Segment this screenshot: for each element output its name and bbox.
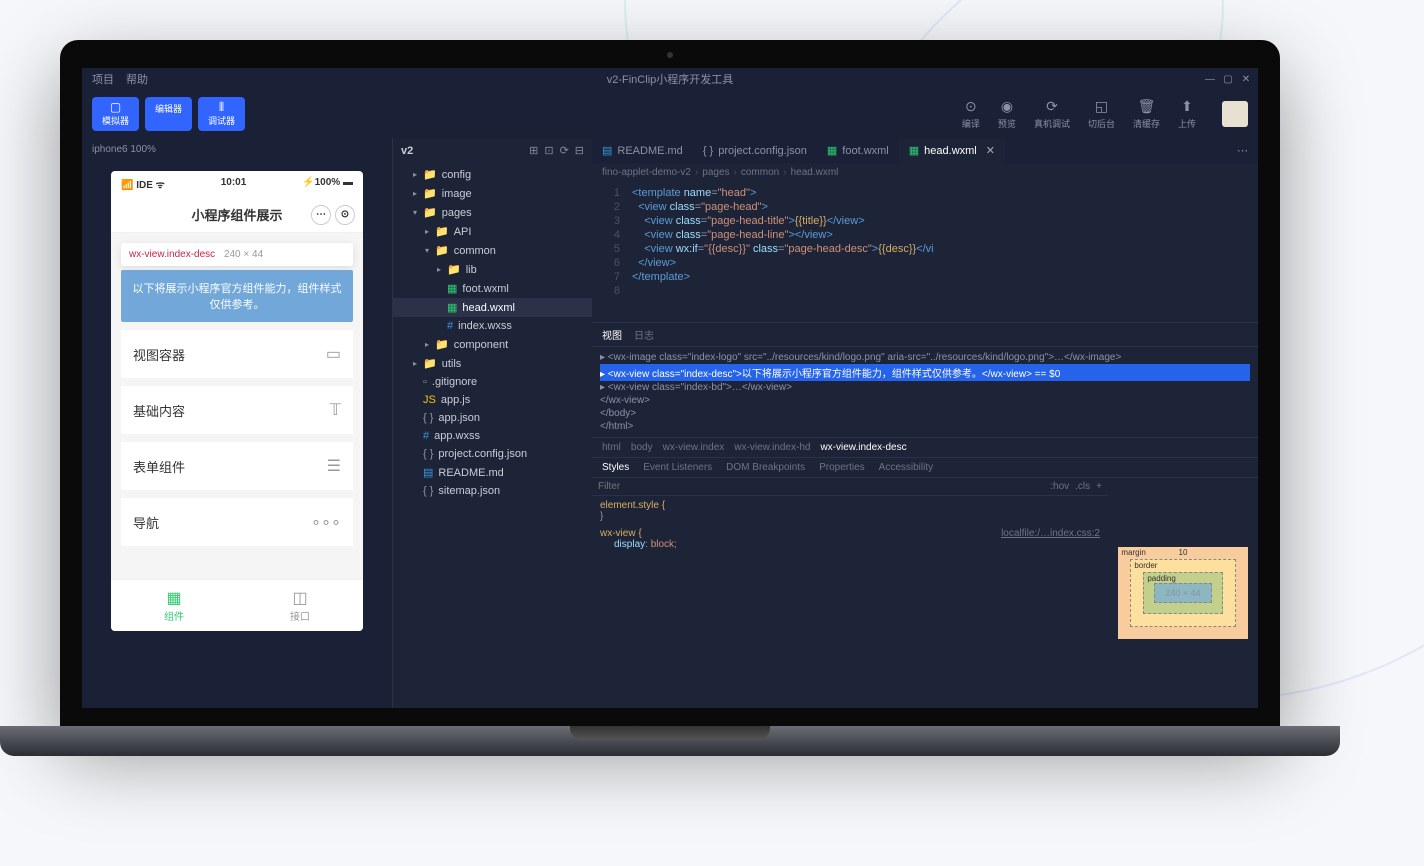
tree-item[interactable]: ▸📁component (393, 335, 592, 354)
menu-item[interactable]: 视图容器▭ (121, 330, 353, 378)
tree-item[interactable]: ▦head.wxml (393, 298, 592, 317)
device-label: iphone6 100% (82, 138, 392, 161)
window-title: v2-FinClip小程序开发工具 (607, 71, 734, 87)
tabbar-item[interactable]: ▦组件 (111, 580, 237, 631)
laptop-frame: 项目 帮助 v2-FinClip小程序开发工具 — ▢ ✕ ▢模拟器编辑器⫴调试… (60, 40, 1280, 756)
filter-opt[interactable]: + (1096, 481, 1102, 492)
tool-上传[interactable]: ⬆上传 (1178, 98, 1196, 130)
new-file-icon[interactable]: ⊞ (529, 144, 538, 157)
menubar: 项目 帮助 v2-FinClip小程序开发工具 — ▢ ✕ (82, 68, 1258, 90)
dom-breadcrumb[interactable]: htmlbodywx-view.indexwx-view.index-hdwx-… (592, 437, 1258, 458)
tree-item[interactable]: ▸📁image (393, 184, 592, 203)
tool-切后台[interactable]: ◱切后台 (1088, 98, 1115, 130)
devtools-subtab[interactable]: Event Listeners (643, 462, 712, 473)
ide-window: 项目 帮助 v2-FinClip小程序开发工具 — ▢ ✕ ▢模拟器编辑器⫴调试… (82, 68, 1258, 708)
tool-预览[interactable]: ◉预览 (998, 98, 1016, 130)
css-rules[interactable]: element.style {}</span><div class="rule-… (592, 496, 1108, 708)
tree-item[interactable]: ▸📁utils (393, 354, 592, 373)
collapse-icon[interactable]: ⊟ (575, 144, 584, 157)
box-model: margin 10 border padding 240 × 44 (1108, 478, 1258, 708)
devtools-subtab[interactable]: Styles (602, 462, 629, 473)
phone-nav: 小程序组件展示 ⋯ ⊙ (111, 197, 363, 233)
mode-btn-1[interactable]: 编辑器 (145, 97, 192, 131)
editor-tab[interactable]: ▦foot.wxml (817, 138, 899, 163)
tool-真机调试[interactable]: ⟳真机调试 (1034, 98, 1070, 130)
tree-item[interactable]: ▾📁common (393, 241, 592, 260)
editor-tab[interactable]: { }project.config.json (693, 139, 817, 163)
tree-item[interactable]: ▾📁pages (393, 203, 592, 222)
mode-btn-2[interactable]: ⫴调试器 (198, 97, 245, 131)
tabbar-item[interactable]: ◫接口 (237, 580, 363, 631)
simulator-panel: iphone6 100% 📶 IDE ᯤ 10:01 ⚡100% ▬ 小程序组件… (82, 138, 392, 708)
styles-filter-input[interactable] (598, 481, 1050, 492)
file-explorer: v2 ⊞ ⊡ ⟳ ⊟ ▸📁config▸📁image▾📁pages▸📁API▾📁… (392, 138, 592, 708)
tree-item[interactable]: ▫.gitignore (393, 373, 592, 391)
editor-tab[interactable]: ▤README.md (592, 138, 693, 163)
tree-item[interactable]: JSapp.js (393, 391, 592, 409)
menu-help[interactable]: 帮助 (126, 71, 148, 87)
page-title: 小程序组件展示 (191, 205, 282, 224)
phone-frame: 📶 IDE ᯤ 10:01 ⚡100% ▬ 小程序组件展示 ⋯ ⊙ (111, 171, 363, 631)
tree-item[interactable]: { }project.config.json (393, 445, 592, 463)
filter-opt[interactable]: :hov (1050, 481, 1069, 492)
tree-item[interactable]: ▸📁config (393, 165, 592, 184)
devtools-subtab[interactable]: Accessibility (879, 462, 933, 473)
devtools-subtab[interactable]: Properties (819, 462, 865, 473)
camera-dot (667, 52, 673, 58)
tabs-more-icon[interactable]: ⋯ (1227, 138, 1258, 163)
code-editor[interactable]: 1<template name="head">2 <view class="pa… (592, 182, 1258, 322)
minimize-icon[interactable]: — (1204, 73, 1216, 85)
devtools: 视图 日志 ▸ <wx-image class="index-logo" src… (592, 322, 1258, 708)
devtools-tab-view[interactable]: 视图 (602, 327, 622, 342)
tool-编译[interactable]: ⊙编译 (962, 98, 980, 130)
new-folder-icon[interactable]: ⊡ (544, 144, 553, 157)
explorer-title: v2 (401, 145, 523, 157)
menu-item[interactable]: 表单组件☰ (121, 442, 353, 490)
menu-item[interactable]: 导航∘∘∘ (121, 498, 353, 546)
phone-status-bar: 📶 IDE ᯤ 10:01 ⚡100% ▬ (111, 171, 363, 197)
tree-item[interactable]: #app.wxss (393, 427, 592, 445)
more-icon[interactable]: ⋯ (311, 205, 331, 225)
breadcrumb: fino-applet-demo-v2›pages›common›head.wx… (592, 163, 1258, 182)
menu-item[interactable]: 基础内容𝕋 (121, 386, 353, 434)
tree-item[interactable]: ▦foot.wxml (393, 279, 592, 298)
menu-project[interactable]: 项目 (92, 71, 114, 87)
tree-item[interactable]: { }app.json (393, 409, 592, 427)
editor-panel: ▤README.md{ }project.config.json▦foot.wx… (592, 138, 1258, 708)
refresh-icon[interactable]: ⟳ (560, 144, 569, 157)
dom-tree[interactable]: ▸ <wx-image class="index-logo" src="../r… (592, 347, 1258, 437)
tree-item[interactable]: ▤README.md (393, 463, 592, 482)
close-circle-icon[interactable]: ⊙ (335, 205, 355, 225)
highlighted-element[interactable]: 以下将展示小程序官方组件能力，组件样式仅供参考。 (121, 270, 353, 322)
toolbar: ▢模拟器编辑器⫴调试器 ⊙编译 ◉预览 ⟳真机调试 ◱切后台 🗑清缓存 ⬆上传 (82, 90, 1258, 138)
filter-opt[interactable]: .cls (1075, 481, 1090, 492)
inspect-tooltip: wx-view.index-desc 240 × 44 (121, 243, 353, 266)
devtools-subtab[interactable]: DOM Breakpoints (726, 462, 805, 473)
close-icon[interactable]: ✕ (1240, 73, 1252, 85)
tool-清缓存[interactable]: 🗑清缓存 (1133, 98, 1160, 130)
avatar[interactable] (1222, 101, 1248, 127)
mode-btn-0[interactable]: ▢模拟器 (92, 97, 139, 131)
devtools-tab-log[interactable]: 日志 (634, 327, 654, 342)
tree-item[interactable]: { }sitemap.json (393, 482, 592, 500)
maximize-icon[interactable]: ▢ (1222, 73, 1234, 85)
tree-item[interactable]: #index.wxss (393, 317, 592, 335)
editor-tab[interactable]: ▦head.wxml✕ (899, 138, 1005, 163)
tree-item[interactable]: ▸📁lib (393, 260, 592, 279)
tree-item[interactable]: ▸📁API (393, 222, 592, 241)
